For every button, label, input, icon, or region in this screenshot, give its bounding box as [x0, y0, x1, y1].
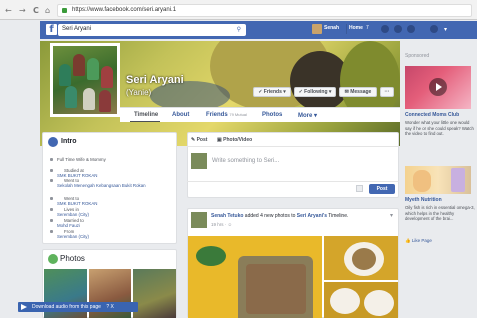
post-button[interactable]: Post	[369, 184, 395, 194]
post-tab-label: Post	[196, 137, 208, 143]
active-tab-indicator	[130, 121, 160, 122]
intro-item: Full Time Wife & Mommy	[50, 157, 170, 162]
home-badge: 7	[366, 25, 369, 31]
home-icon[interactable]: ⌂	[45, 6, 50, 15]
post-photo[interactable]	[324, 282, 398, 318]
messages-icon[interactable]	[394, 25, 402, 33]
quick-help-icon[interactable]	[430, 25, 438, 33]
tab-friends-label: Friends	[206, 112, 228, 118]
intro-title: Intro	[61, 138, 77, 145]
photo-video-tab-label: Photo/Video	[223, 137, 253, 143]
photos-icon	[48, 254, 58, 264]
intro-item-link[interactable]: Seremban (City)	[57, 212, 89, 217]
like-page-button[interactable]: 👍 Like Page	[405, 238, 432, 244]
facebook-logo-icon[interactable]: f	[46, 24, 57, 35]
intro-item: Lives in Seremban (City)	[50, 207, 170, 217]
post-tab[interactable]: ✎ Post	[191, 137, 207, 143]
profile-picture[interactable]	[50, 43, 120, 117]
lock-icon	[62, 8, 67, 13]
composer-avatar	[191, 153, 207, 169]
sponsored-label: Sponsored	[405, 53, 430, 59]
intro-item: Studied at SMK BUKIT ROKAN	[50, 168, 170, 178]
composer-footer-divider	[187, 181, 399, 182]
search-input[interactable]: Seri Aryani ⚲	[58, 24, 246, 36]
mutual-friends-count: 79 Mutual	[229, 112, 247, 117]
ad-image[interactable]	[405, 166, 471, 194]
address-bar[interactable]: https://www.facebook.com/seri.aryani.1	[57, 4, 472, 17]
intro-item: Married to Mohd Fauzi	[50, 218, 170, 228]
account-menu-chevron-down-icon[interactable]: ▾	[444, 26, 447, 33]
following-button[interactable]: ✓ Following ▾	[294, 87, 336, 97]
post-tail-text: Timeline.	[326, 213, 349, 219]
tab-photos[interactable]: Photos	[262, 112, 282, 118]
download-audio-label: Download audio from this page	[32, 304, 101, 310]
header-home-link[interactable]: Home	[349, 25, 363, 31]
search-icon[interactable]: ⚲	[237, 26, 241, 33]
photo-thumbnail[interactable]	[133, 269, 176, 318]
message-button[interactable]: ✉ Message	[339, 87, 377, 97]
header-username[interactable]: Senah	[324, 25, 339, 31]
play-video-icon[interactable]	[429, 78, 447, 96]
reload-icon[interactable]: C	[33, 6, 39, 15]
intro-item-link[interactable]: Mohd Fauzi	[57, 223, 80, 228]
user-avatar[interactable]	[312, 24, 322, 34]
intro-item-text: Full Time Wife & Mommy	[57, 157, 106, 162]
browser-toolbar: ← → C ⌂ https://www.facebook.com/seri.ar…	[0, 0, 477, 20]
post-photo[interactable]	[188, 236, 322, 318]
ad-description: Oily fish is rich in essential omega-3, …	[405, 205, 475, 221]
search-value: Seri Aryani	[62, 26, 92, 32]
download-audio-bar[interactable]: Download audio from this page ? X	[18, 302, 138, 312]
post-author-avatar[interactable]	[191, 212, 207, 228]
post-header-text: Senah Tetuko added 4 new photos to Seri …	[211, 213, 396, 219]
composer-input[interactable]: Write something to Seri...	[212, 158, 279, 164]
profile-tabs: Timeline About Friends 79 Mutual Photos …	[120, 107, 400, 122]
forward-icon[interactable]: →	[19, 6, 26, 15]
intro-item-link[interactable]: SMK BUKIT ROKAN	[57, 201, 97, 206]
intro-item-link[interactable]: Sekolah Menengah Kebangsaan Bukit Rokan	[57, 183, 146, 188]
post-target-link[interactable]: Seri Aryani's	[297, 213, 327, 219]
friend-requests-icon[interactable]	[381, 25, 389, 33]
tab-about[interactable]: About	[172, 112, 189, 118]
tab-timeline[interactable]: Timeline	[134, 112, 158, 118]
ad-title[interactable]: Connected Moms Club	[405, 112, 459, 118]
url-text: https://www.facebook.com/seri.aryani.1	[72, 7, 177, 13]
composer-divider	[187, 146, 399, 147]
intro-item: From Seremban (City)	[50, 229, 170, 239]
close-icon[interactable]: ? X	[106, 304, 114, 310]
play-icon	[21, 304, 27, 310]
photo-video-tab[interactable]: ▣ Photo/Video	[217, 137, 252, 143]
tab-more[interactable]: More ▾	[298, 112, 317, 119]
ad-title[interactable]: Myeth Nutrition	[405, 197, 442, 203]
friends-button[interactable]: ✓ Friends ▾	[253, 87, 291, 97]
notifications-icon[interactable]	[407, 25, 415, 33]
profile-nickname: (Yanie)	[126, 88, 152, 97]
post-photo[interactable]	[324, 236, 398, 280]
ad-description: Wonder what your little one would say if…	[405, 120, 474, 136]
back-icon[interactable]: ←	[5, 6, 12, 15]
post-timestamp[interactable]: 19 hrs · ☺	[211, 222, 232, 227]
intro-item-link[interactable]: Seremban (City)	[57, 234, 89, 239]
more-options-button[interactable]: ···	[380, 87, 394, 97]
globe-icon	[48, 137, 58, 147]
tab-friends[interactable]: Friends 79 Mutual	[206, 112, 247, 118]
header-divider	[346, 24, 347, 34]
post-author-link[interactable]: Senah Tetuko	[211, 213, 243, 219]
photos-title: Photos	[60, 254, 85, 263]
intro-item: Went to SMK BUKIT ROKAN	[50, 196, 170, 206]
profile-name: Seri Aryani	[126, 74, 184, 86]
intro-item: Went to Sekolah Menengah Kebangsaan Buki…	[50, 178, 170, 188]
post-action-text: added 4 new photos to	[243, 213, 297, 219]
privacy-selector-icon[interactable]	[356, 185, 363, 192]
post-options-chevron-down-icon[interactable]: ▾	[390, 212, 393, 219]
